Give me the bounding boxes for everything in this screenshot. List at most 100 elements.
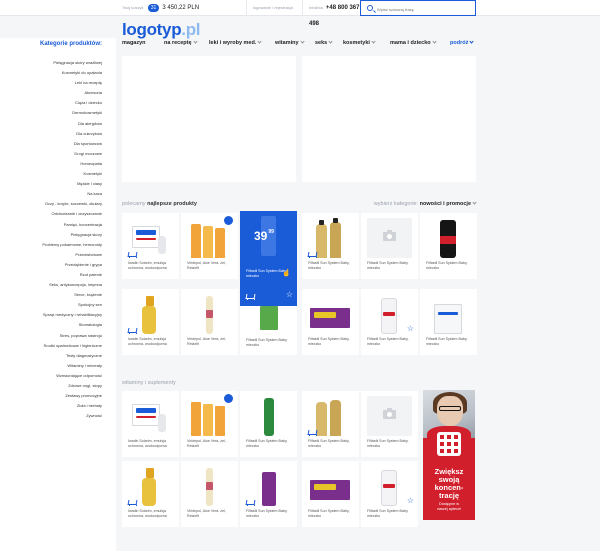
sidebar-category-item[interactable]: Kosmetyki do opalania [42, 68, 102, 78]
product-card[interactable]: Iwadin Solarim, emulsja ochronna, wodood… [122, 461, 179, 527]
add-to-cart-icon[interactable] [127, 499, 137, 506]
product-card[interactable]: ☆ Filfastil Sun System Baby, mleczko [361, 289, 418, 355]
sidebar-category-item[interactable]: Kosmetyki [42, 169, 102, 179]
product-image[interactable] [128, 396, 173, 436]
favorite-star-icon[interactable]: ☆ [286, 291, 293, 299]
nav-item-kosmetyki[interactable]: kosmetyki [343, 39, 376, 46]
product-card[interactable]: Filfastil Sun System Baby, mleczko [240, 306, 297, 355]
sidebar-category-item[interactable]: Dla sportowców [42, 139, 102, 149]
sidebar-category-item[interactable]: Zdrowe nogi, stopy [42, 381, 102, 391]
product-card[interactable]: Viridepol, Aloe Vera, żel, Relaxfit [181, 289, 238, 355]
search-input[interactable] [377, 4, 469, 14]
product-name[interactable]: Viridepol, Aloe Vera, żel, Relaxfit [187, 261, 235, 270]
search-box[interactable] [360, 0, 476, 16]
product-card[interactable]: Iwadin Solarim, emulsja ochronna, wodood… [122, 213, 179, 279]
sidebar-category-item[interactable]: Zywność [42, 411, 102, 421]
product-name[interactable]: Iwadin Solarim, emulsja ochronna, wodood… [128, 337, 176, 346]
product-name[interactable]: Filfastil Sun System Baby, mleczko [246, 509, 294, 518]
favorite-star-icon[interactable]: ☆ [407, 497, 414, 505]
sidebar-category-item[interactable]: Leki na receptę [42, 78, 102, 88]
product-card[interactable]: Viridepol, Aloe Vera, żel, Relaxfit [181, 391, 238, 457]
product-name[interactable]: Filfastil Sun System Baby, mleczko [308, 439, 356, 448]
ad-banner[interactable]: Zwiększ swoją koncen- trację Dostępne w … [423, 390, 475, 520]
sidebar-category-item[interactable]: Zestawy promocyjne [42, 391, 102, 401]
product-image[interactable] [426, 294, 471, 334]
product-card[interactable]: Viridepol, Aloe Vera, żel, Relaxfit [181, 461, 238, 527]
product-image[interactable] [308, 294, 353, 334]
add-to-cart-icon[interactable] [127, 251, 137, 258]
nav-item-mama-i-dziecko[interactable]: mama i dziecko [390, 39, 437, 46]
sidebar-category-item[interactable]: Seks, antykoncepcja, intymna [42, 280, 102, 290]
product-name[interactable]: Filfastil Sun System Baby, mleczko [426, 261, 474, 270]
product-image[interactable] [367, 294, 412, 334]
product-name[interactable]: Iwadin Solarim, emulsja ochronna, wodood… [128, 509, 176, 518]
product-name[interactable]: Viridepol, Aloe Vera, żel, Relaxfit [187, 337, 235, 346]
product-name[interactable]: Viridepol, Aloe Vera, żel, Relaxfit [187, 439, 235, 448]
sidebar-category-item[interactable]: Akcesoria [42, 88, 102, 98]
product-name[interactable]: Filfastil Sun System Baby, mleczko [367, 337, 415, 346]
sidebar-category-item[interactable]: Dla cukrzyków [42, 129, 102, 139]
sidebar-category-item[interactable]: Przeziębienie i grypa [42, 260, 102, 270]
product-name[interactable]: Filfastil Sun System Baby, mleczko [308, 509, 356, 518]
product-card[interactable]: Iwadin Solarim, emulsja ochronna, wodood… [122, 289, 179, 355]
sidebar-category-item[interactable]: Homeopatia [42, 159, 102, 169]
product-card[interactable]: Filfastil Sun System Baby, mleczko [361, 213, 418, 279]
product-card[interactable]: Filfastil Sun System Baby, mleczko [420, 289, 477, 355]
sidebar-category-item[interactable]: Męskie i ciasy [42, 179, 102, 189]
nav-item-witaminy[interactable]: witaminy [275, 39, 305, 46]
sidebar-category-item[interactable]: Przeciwbólowe [42, 250, 102, 260]
nav-item-na-recepte[interactable]: na receptę [164, 39, 198, 46]
product-name[interactable]: Filfastil Sun System Baby, mleczko [367, 261, 415, 270]
product-card[interactable]: Filfastil Sun System Baby, mleczko [302, 461, 359, 527]
sidebar-category-item[interactable]: Dla alergików [42, 119, 102, 129]
sidebar-category-item[interactable]: Wzmacniające odporność [42, 371, 102, 381]
login-link[interactable]: logowanie / rejestracja [246, 0, 302, 16]
product-card[interactable]: Filfastil Sun System Baby, mleczko [361, 391, 418, 457]
category-filter[interactable]: wybierz kategorie: nowości i promocje [374, 200, 477, 207]
logo[interactable]: logotyp.pl [122, 20, 201, 40]
sidebar-category-item[interactable]: Serce, krążenie [42, 290, 102, 300]
product-image[interactable] [187, 394, 233, 436]
nav-item-podroz[interactable]: podróż [450, 39, 474, 46]
nav-item-leki[interactable]: leki i wyroby med. [209, 39, 263, 46]
product-card[interactable]: Iwadin Solarim, emulsja ochronna, wodood… [122, 391, 179, 457]
product-image[interactable] [246, 396, 291, 436]
product-name[interactable]: Filfastil Sun System Baby, mleczko [246, 439, 294, 448]
sidebar-category-item[interactable]: Dermokosmetyki [42, 108, 102, 118]
product-name[interactable]: Iwadin Solarim, emulsja ochronna, wodood… [128, 439, 176, 448]
sidebar-category-item[interactable]: Stomatologia [42, 320, 102, 330]
sidebar-category-item[interactable]: Środki opatrunkowe i higieniczne [42, 341, 102, 351]
product-image[interactable] [426, 218, 471, 258]
product-name[interactable]: Filfastil Sun System Baby, mleczko [426, 337, 474, 346]
product-image[interactable] [367, 466, 412, 506]
favorite-star-icon[interactable]: ☆ [407, 325, 414, 333]
sidebar-category-item[interactable]: Testy diagnostyczne [42, 351, 102, 361]
sidebar-category-item[interactable]: Witaminy i minerały [42, 361, 102, 371]
product-card-highlighted[interactable]: 3999 Filfastil Sun System Baby, mleczko … [240, 211, 297, 306]
product-name[interactable]: Filfastil Sun System Baby, mleczko [308, 261, 356, 270]
product-name[interactable]: Filfastil Sun System Baby, mleczko [246, 338, 294, 347]
product-card[interactable]: ☆ Filfastil Sun System Baby, mleczko [361, 461, 418, 527]
add-to-cart-icon[interactable] [307, 429, 317, 436]
sidebar-category-item[interactable]: Oczy - krople, soczewki, okulary [42, 199, 102, 209]
nav-item-seks[interactable]: seks [315, 39, 333, 46]
product-card[interactable]: Filfastil Sun System Baby, mleczko [420, 213, 477, 279]
search-icon[interactable] [367, 5, 373, 11]
product-image[interactable] [187, 466, 232, 506]
sidebar-category-item[interactable]: Stres, poprawa nastroju [42, 331, 102, 341]
product-card[interactable]: Viridepol, Aloe Vera, żel, Relaxfit [181, 213, 238, 279]
product-name[interactable]: Filfastil Sun System Baby, mleczko [367, 509, 415, 518]
sidebar-category-item[interactable]: Pamięć, koncentracja [42, 220, 102, 230]
sidebar-category-item[interactable]: Pielęgnacja skóry wrażliwej [42, 58, 102, 68]
product-image[interactable] [246, 306, 291, 330]
add-to-cart-icon[interactable] [245, 293, 255, 300]
sidebar-category-item[interactable]: Spokojny sen [42, 300, 102, 310]
product-image[interactable] [187, 216, 233, 258]
product-card[interactable]: Filfastil Sun System Baby, mleczko [302, 289, 359, 355]
add-to-cart-icon[interactable] [245, 499, 255, 506]
sidebar-category-item[interactable]: Na kaca [42, 189, 102, 199]
sidebar-category-item[interactable]: Problemy pokarmowe, hemoroidy [42, 240, 102, 250]
banner-right[interactable] [302, 56, 476, 182]
product-card[interactable]: Filfastil Sun System Baby, mleczko [240, 391, 297, 457]
sidebar-category-item[interactable]: Drogi moczowe [42, 149, 102, 159]
